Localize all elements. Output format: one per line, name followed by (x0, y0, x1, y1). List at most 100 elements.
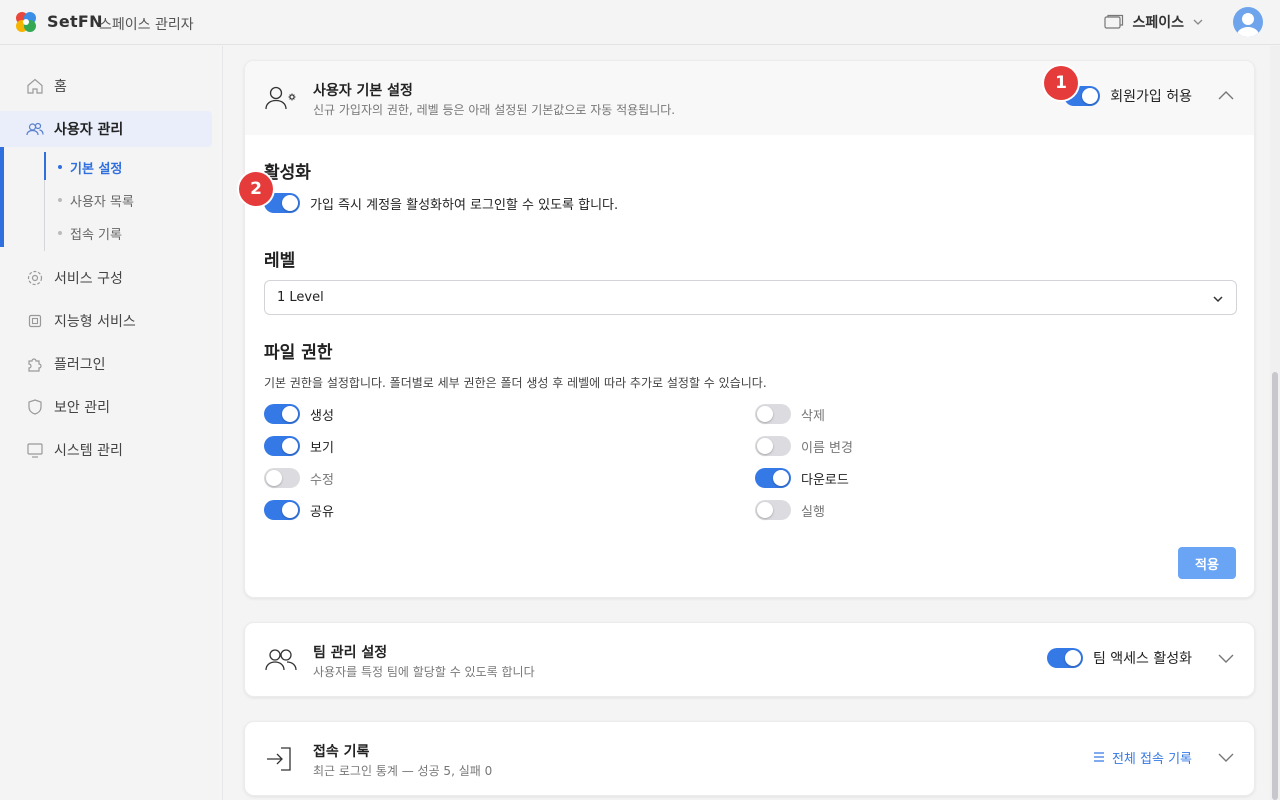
puzzle-icon (28, 358, 42, 372)
level-select[interactable]: 1 Level (264, 280, 1237, 315)
access-log-header[interactable]: 접속 기록 최근 로그인 통계 — 성공 5, 실패 0 전체 접속 기록 (245, 722, 1254, 796)
permission-label: 실행 (801, 504, 825, 520)
scrollbar-thumb[interactable] (1272, 372, 1278, 800)
signup-toggle-group: 회원가입 허용 (1064, 86, 1236, 106)
team-toggle-group: 팀 액세스 활성화 (1046, 648, 1236, 668)
permission-rename: 이름 변경 (755, 436, 853, 456)
permission-download-toggle[interactable] (755, 468, 791, 488)
team-access-toggle[interactable] (1046, 648, 1083, 668)
access-log-actions: 전체 접속 기록 (1092, 747, 1236, 767)
permission-view: 보기 (264, 436, 334, 456)
gear-icon (27, 270, 43, 286)
permission-rename-toggle[interactable] (755, 436, 791, 456)
all-access-log-label: 전체 접속 기록 (1111, 751, 1192, 767)
sidebar-item-label: 지능형 서비스 (54, 314, 136, 330)
permission-share-toggle[interactable] (264, 500, 300, 520)
permission-edit-toggle[interactable] (264, 468, 300, 488)
team-settings-card: 팀 관리 설정 사용자를 특정 팀에 할당할 수 있도록 합니다 팀 액세스 활… (244, 622, 1255, 697)
sidebar-item-security[interactable]: 보안 관리 (0, 389, 223, 425)
permission-share: 공유 (264, 500, 334, 520)
permission-edit: 수정 (264, 468, 334, 488)
bullet-dot (58, 198, 62, 202)
activation-row: 가입 즉시 계정을 활성화하여 로그인할 수 있도록 합니다. (264, 193, 618, 213)
sidebar-item-user-management[interactable]: 사용자 관리 (0, 111, 212, 147)
card-description: 사용자를 특정 팀에 할당할 수 있도록 합니다 (313, 665, 535, 679)
permission-view-toggle[interactable] (264, 436, 300, 456)
team-icon (265, 649, 297, 671)
team-access-label: 팀 액세스 활성화 (1092, 651, 1192, 667)
file-permission-title: 파일 권한 (264, 343, 333, 363)
space-selector-label: 스페이스 (1132, 15, 1184, 31)
submenu-item-access-log[interactable]: 접속 기록 (58, 222, 122, 244)
permission-label: 수정 (310, 472, 334, 488)
submenu-item-label: 기본 설정 (70, 161, 123, 177)
activation-title: 활성화 (264, 163, 311, 183)
sidebar-item-label: 홈 (54, 79, 67, 95)
home-icon (27, 78, 43, 94)
activation-label: 가입 즉시 계정을 활성화하여 로그인할 수 있도록 합니다. (310, 197, 619, 213)
annotation-badge-1: 1 (1044, 66, 1078, 100)
chip-icon (28, 314, 42, 328)
card-description: 최근 로그인 통계 — 성공 5, 실패 0 (313, 764, 493, 778)
permission-label: 공유 (310, 504, 334, 520)
permission-download: 다운로드 (755, 468, 849, 488)
permission-label: 생성 (310, 408, 334, 424)
level-title: 레벨 (264, 251, 296, 271)
sidebar-item-system[interactable]: 시스템 관리 (0, 432, 223, 468)
permission-create: 생성 (264, 404, 334, 424)
sidebar-item-service-config[interactable]: 서비스 구성 (0, 260, 223, 296)
signup-toggle-label: 회원가입 허용 (1110, 89, 1192, 105)
setfn-logo-icon (16, 12, 36, 32)
chevron-down-icon (1193, 19, 1203, 25)
access-log-card: 접속 기록 최근 로그인 통계 — 성공 5, 실패 0 전체 접속 기록 (244, 721, 1255, 796)
file-permission-description: 기본 권한을 설정합니다. 폴더별로 세부 권한은 폴더 생성 후 레벨에 따라… (264, 376, 767, 390)
app-subtitle: 스페이스 관리자 (99, 17, 194, 33)
login-icon (267, 747, 291, 771)
submenu-item-label: 접속 기록 (70, 227, 122, 243)
chevron-up-icon[interactable] (1216, 86, 1236, 106)
sidebar-item-label: 서비스 구성 (54, 271, 123, 287)
permission-label: 이름 변경 (801, 440, 853, 456)
user-avatar-icon (1237, 13, 1259, 37)
permission-label: 보기 (310, 440, 334, 456)
sidebar-item-label: 시스템 관리 (54, 443, 123, 459)
bullet-dot (58, 165, 62, 169)
permission-label: 다운로드 (801, 472, 849, 488)
list-icon (1093, 752, 1104, 762)
shield-icon (28, 399, 42, 415)
monitor-icon (27, 443, 43, 458)
sidebar: 홈 사용자 관리 기본 설정 사용자 목록 접속 기록 서비스 구성 지능형 서… (0, 46, 223, 800)
user-avatar[interactable] (1233, 7, 1263, 37)
submenu-item-basic-settings[interactable]: 기본 설정 (58, 156, 122, 178)
apply-button[interactable]: 적용 (1178, 547, 1236, 579)
sidebar-item-home[interactable]: 홈 (0, 68, 223, 104)
annotation-badge-2: 2 (239, 172, 273, 206)
sidebar-item-label: 보안 관리 (54, 400, 110, 416)
sidebar-item-label: 플러그인 (54, 357, 106, 373)
submenu-item-label: 사용자 목록 (70, 194, 134, 210)
chevron-down-icon[interactable] (1216, 648, 1236, 668)
all-access-log-link[interactable]: 전체 접속 기록 (1092, 748, 1192, 767)
permission-create-toggle[interactable] (264, 404, 300, 424)
card-title: 팀 관리 설정 (313, 645, 388, 661)
users-icon (26, 122, 44, 136)
permission-execute-toggle[interactable] (755, 500, 791, 520)
space-selector[interactable]: 스페이스 (1104, 12, 1204, 32)
card-description: 신규 가입자의 권한, 레벨 등은 아래 설정된 기본값으로 자동 적용됩니다. (313, 103, 676, 117)
user-settings-header[interactable]: 사용자 기본 설정 신규 가입자의 권한, 레벨 등은 아래 설정된 기본값으로… (245, 61, 1254, 135)
chevron-down-icon (1213, 296, 1223, 303)
submenu-item-user-list[interactable]: 사용자 목록 (58, 189, 134, 211)
sidebar-item-intelligent-service[interactable]: 지능형 서비스 (0, 303, 223, 339)
user-settings-card: 사용자 기본 설정 신규 가입자의 권한, 레벨 등은 아래 설정된 기본값으로… (244, 60, 1255, 598)
permission-delete: 삭제 (755, 404, 825, 424)
sidebar-item-label: 사용자 관리 (54, 122, 124, 138)
top-bar: SetFN 스페이스 관리자 스페이스 (0, 0, 1280, 45)
level-select-value: 1 Level (277, 290, 324, 305)
permission-delete-toggle[interactable] (755, 404, 791, 424)
user-settings-icon (265, 86, 296, 110)
sidebar-item-plugins[interactable]: 플러그인 (0, 346, 223, 382)
chevron-down-icon[interactable] (1216, 747, 1236, 767)
card-title: 사용자 기본 설정 (313, 83, 413, 99)
team-settings-header[interactable]: 팀 관리 설정 사용자를 특정 팀에 할당할 수 있도록 합니다 팀 액세스 활… (245, 623, 1254, 697)
card-title: 접속 기록 (313, 744, 370, 760)
